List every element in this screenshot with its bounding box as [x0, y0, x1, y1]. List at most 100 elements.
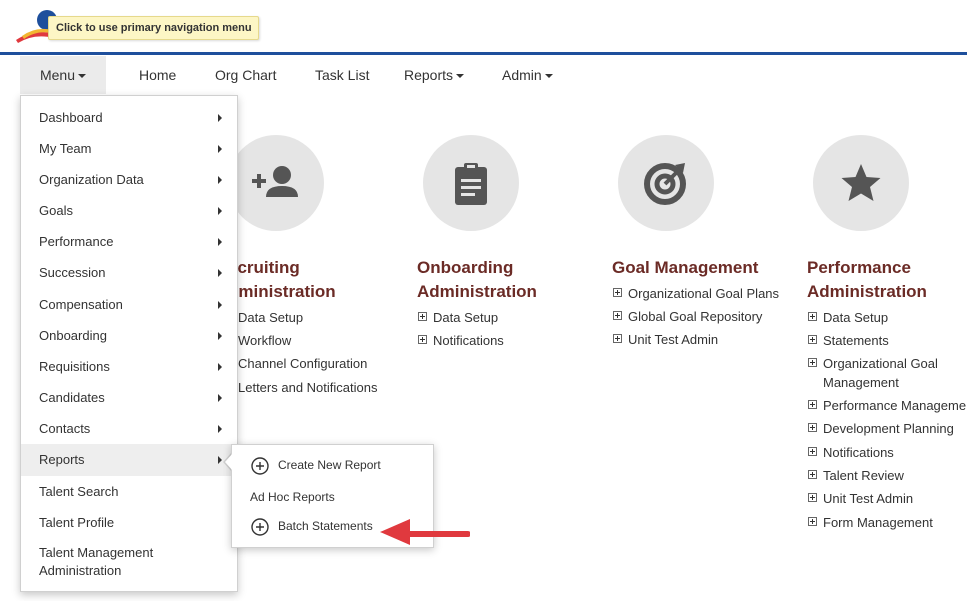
caret-down-icon — [544, 74, 553, 79]
recruiting-link-channel-configuration[interactable]: Channel Configuration — [238, 356, 367, 371]
expand-icon[interactable] — [808, 493, 817, 502]
menu-item-talent-management-administration[interactable]: Talent Management Administration — [21, 544, 201, 582]
menu-item-organization-data[interactable]: Organization Data — [21, 167, 237, 193]
performance-admin-title[interactable]: Performance Administration — [807, 256, 967, 304]
red-arrow-annotation — [380, 519, 470, 545]
menu-item-label: Compensation — [39, 297, 123, 312]
menu-item-label: Candidates — [39, 390, 105, 405]
nav-home[interactable]: Home — [139, 56, 176, 94]
goal-management-tile-icon[interactable] — [618, 135, 714, 231]
onboarding-link-data-setup[interactable]: Data Setup — [433, 310, 498, 325]
onboarding-admin-title[interactable]: Onboarding Administration — [417, 256, 587, 304]
goal-management-title[interactable]: Goal Management — [612, 256, 782, 280]
performance-link-development-planning[interactable]: Development Planning — [823, 421, 954, 436]
chevron-right-icon — [218, 363, 222, 371]
clipboard-icon — [455, 163, 487, 205]
performance-link-talent-review[interactable]: Talent Review — [823, 468, 904, 483]
menu-item-reports[interactable]: Reports — [21, 444, 237, 476]
caret-down-icon — [78, 74, 87, 79]
menu-item-talent-search[interactable]: Talent Search — [21, 479, 237, 505]
menu-item-candidates[interactable]: Candidates — [21, 385, 237, 411]
menu-item-label: Performance — [39, 234, 114, 249]
recruiting-admin-title[interactable]: ecruiting dministration — [228, 256, 398, 304]
onboarding-link-notifications[interactable]: Notifications — [433, 333, 504, 348]
menu-button[interactable]: Menu — [20, 56, 106, 94]
goal-link-unit-test-admin[interactable]: Unit Test Admin — [628, 332, 718, 347]
menu-item-label: Dashboard — [39, 110, 103, 125]
caret-down-icon — [456, 74, 465, 79]
menu-item-my-team[interactable]: My Team — [21, 136, 237, 162]
performance-link-unit-test-admin[interactable]: Unit Test Admin — [823, 491, 913, 506]
onboarding-admin-tile-icon[interactable] — [423, 135, 519, 231]
menu-item-contacts[interactable]: Contacts — [21, 416, 237, 442]
chevron-right-icon — [218, 425, 222, 433]
recruiting-link-data-setup[interactable]: Data Setup — [238, 310, 303, 325]
top-navigation: Menu Home Org Chart Task List Reports Ad… — [0, 56, 967, 94]
performance-link-form-management[interactable]: Form Management — [823, 515, 933, 530]
performance-title-line1: Performance — [807, 258, 911, 277]
performance-link-org-goal[interactable]: Organizational Goal — [823, 356, 938, 371]
goal-link-global-goal-repository[interactable]: Global Goal Repository — [628, 309, 762, 324]
performance-link-performance-management[interactable]: Performance Managemen — [823, 398, 967, 413]
chevron-right-icon — [218, 394, 222, 402]
nav-task-list[interactable]: Task List — [315, 56, 369, 94]
chevron-right-icon — [218, 269, 222, 277]
menu-item-onboarding[interactable]: Onboarding — [21, 323, 237, 349]
expand-icon[interactable] — [613, 334, 622, 343]
expand-icon[interactable] — [808, 335, 817, 344]
recruiting-link-workflow[interactable]: Workflow — [238, 333, 291, 348]
navigation-tooltip: Click to use primary navigation menu — [48, 16, 259, 40]
nav-reports-label: Reports — [404, 67, 454, 83]
expand-icon[interactable] — [808, 358, 817, 367]
menu-item-requisitions[interactable]: Requisitions — [21, 354, 237, 380]
performance-admin-tile-icon[interactable] — [813, 135, 909, 231]
expand-icon[interactable] — [613, 288, 622, 297]
chevron-right-icon — [218, 207, 222, 215]
recruiting-title-line1: ecruiting — [228, 258, 300, 277]
target-icon — [644, 163, 686, 205]
menu-item-talent-profile[interactable]: Talent Profile — [21, 510, 237, 536]
expand-icon[interactable] — [808, 517, 817, 526]
expand-icon[interactable] — [808, 423, 817, 432]
menu-item-performance[interactable]: Performance — [21, 229, 237, 255]
submenu-pointer-fill — [225, 453, 233, 471]
menu-item-label: My Team — [39, 141, 92, 156]
add-person-icon — [252, 166, 298, 197]
menu-item-dashboard[interactable]: Dashboard — [21, 105, 237, 131]
chevron-right-icon — [218, 238, 222, 246]
recruiting-link-letters-notifications[interactable]: Letters and Notifications — [238, 380, 377, 395]
recruiting-admin-tile-icon[interactable] — [228, 135, 324, 231]
create-new-report-link[interactable]: Create New Report — [278, 458, 381, 472]
menu-item-succession[interactable]: Succession — [21, 260, 237, 286]
expand-icon[interactable] — [418, 312, 427, 321]
expand-icon[interactable] — [808, 312, 817, 321]
nav-admin[interactable]: Admin — [502, 56, 553, 94]
expand-icon[interactable] — [808, 470, 817, 479]
menu-item-label: Succession — [39, 265, 106, 280]
nav-reports[interactable]: Reports — [404, 56, 465, 94]
performance-link-statements[interactable]: Statements — [823, 333, 889, 348]
goal-link-org-goal-plans[interactable]: Organizational Goal Plans — [628, 286, 779, 301]
expand-icon[interactable] — [418, 335, 427, 344]
nav-org-chart[interactable]: Org Chart — [215, 56, 276, 94]
onboarding-title-line2: Administration — [417, 282, 537, 301]
menu-item-label: Goals — [39, 203, 73, 218]
expand-icon[interactable] — [613, 311, 622, 320]
batch-statements-link[interactable]: Batch Statements — [278, 519, 373, 533]
performance-link-org-goal-management[interactable]: Management — [823, 375, 899, 390]
performance-link-notifications[interactable]: Notifications — [823, 445, 894, 460]
nav-admin-label: Admin — [502, 67, 542, 83]
menu-item-goals[interactable]: Goals — [21, 198, 237, 224]
add-circle-icon[interactable] — [251, 518, 269, 536]
expand-icon[interactable] — [808, 447, 817, 456]
expand-icon[interactable] — [808, 400, 817, 409]
menu-item-compensation[interactable]: Compensation — [21, 292, 237, 318]
menu-item-label: Requisitions — [39, 359, 110, 374]
ad-hoc-reports-link[interactable]: Ad Hoc Reports — [250, 490, 335, 504]
onboarding-title-line1: Onboarding — [417, 258, 514, 277]
performance-link-data-setup[interactable]: Data Setup — [823, 310, 888, 325]
performance-title-line2: Administration — [807, 282, 927, 301]
chevron-right-icon — [218, 145, 222, 153]
primary-navigation-menu: Dashboard My Team Organization Data Goal… — [20, 95, 238, 592]
add-circle-icon[interactable] — [251, 457, 269, 475]
